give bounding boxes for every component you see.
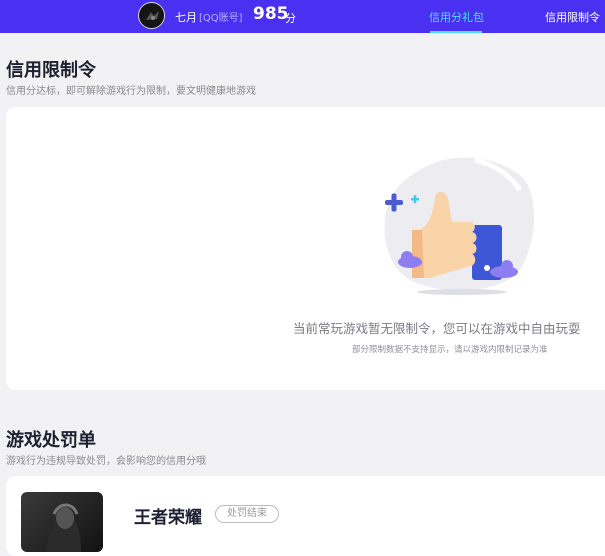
account-type-label: [QQ账号] xyxy=(199,13,243,24)
game-character-icon xyxy=(46,503,81,552)
credit-score: 985 xyxy=(253,4,289,24)
penalty-status-badge: 处罚结束 xyxy=(215,505,279,523)
avatar-image-icon xyxy=(139,3,164,28)
penalty-section-subtitle: 游戏行为违规导致处罚，会影响您的信用分哦 xyxy=(6,456,206,467)
thumbs-up-icon xyxy=(384,157,535,295)
active-tab-indicator xyxy=(430,31,482,33)
restriction-section-subtitle: 信用分达标，即可解除游戏行为限制，要文明健康地游戏 xyxy=(6,86,256,97)
empty-state-message: 当前常玩游戏暂无限制令，您可以在游戏中自由玩耍 xyxy=(293,321,581,336)
restriction-section-title: 信用限制令 xyxy=(6,60,96,81)
credit-score-unit: 分 xyxy=(285,12,296,25)
tab-credit-restriction[interactable]: 信用限制令 xyxy=(545,9,600,25)
top-bar: 七月 [QQ账号] 985 分 信用分礼包 信用限制令 xyxy=(0,0,605,33)
game-thumbnail xyxy=(21,492,103,552)
tab-credit-gift[interactable]: 信用分礼包 xyxy=(429,9,484,25)
penalty-game-name: 王者荣耀 xyxy=(134,508,202,528)
empty-state-note: 部分限制数据不支持显示，请以游戏内限制记录为准 xyxy=(352,345,548,355)
penalty-section-title: 游戏处罚单 xyxy=(6,430,96,451)
avatar[interactable] xyxy=(138,2,165,29)
username: 七月 xyxy=(175,11,197,24)
